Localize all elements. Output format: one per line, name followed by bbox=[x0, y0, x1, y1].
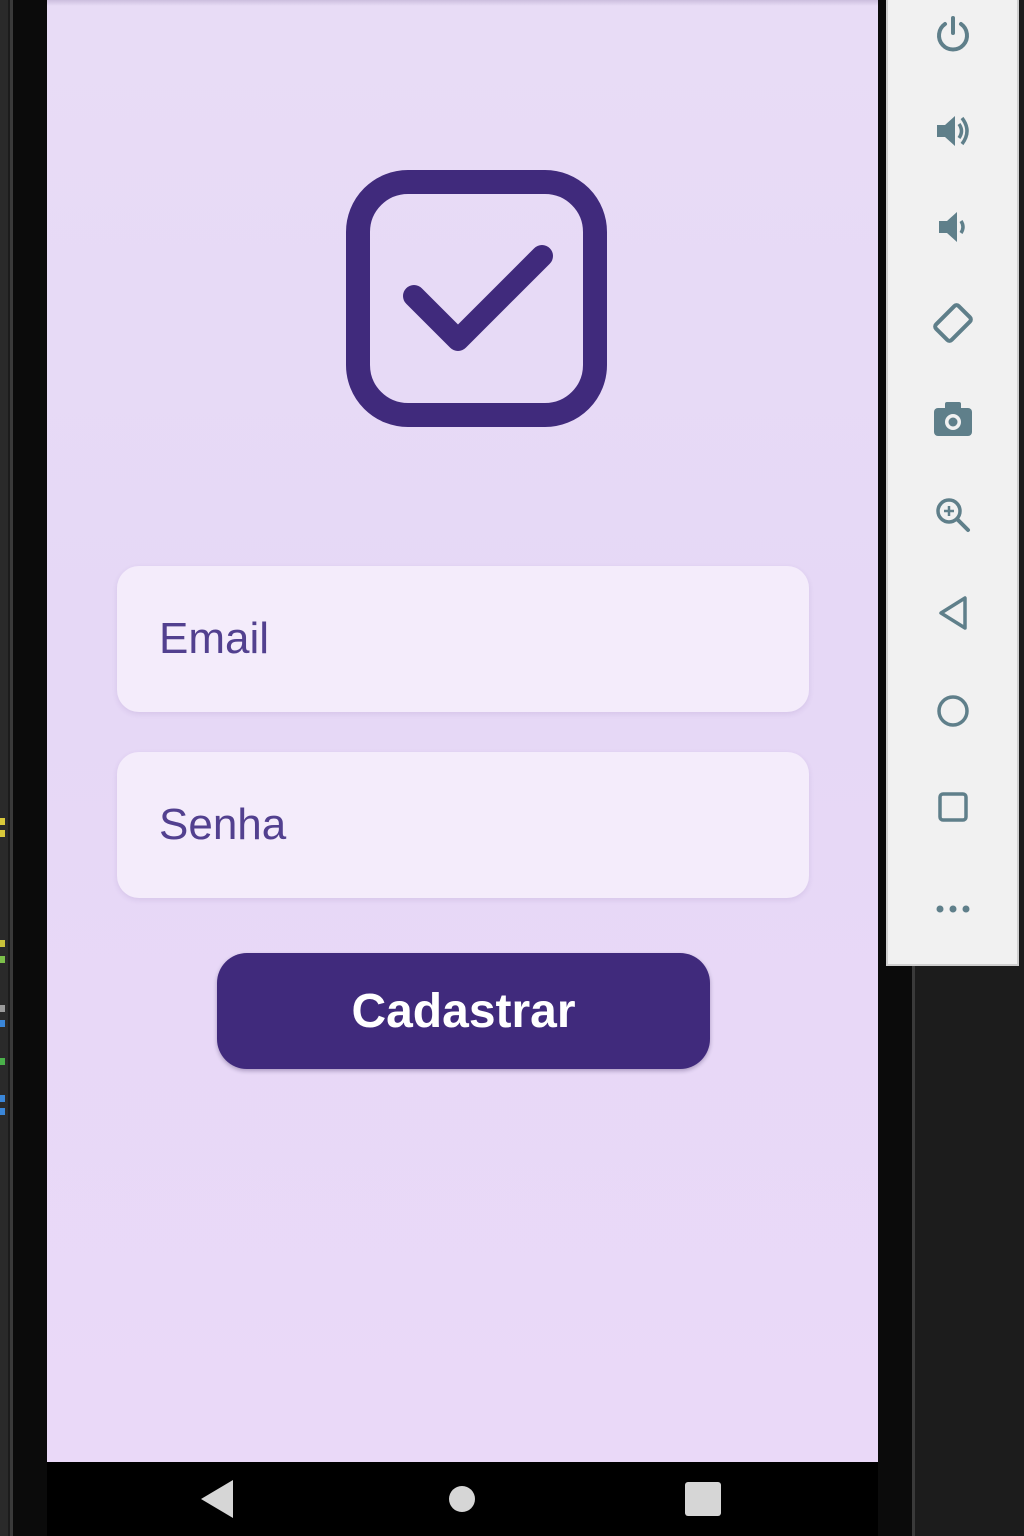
email-placeholder: Email bbox=[159, 614, 270, 663]
register-button[interactable]: Cadastrar bbox=[217, 953, 710, 1069]
volume-up-icon[interactable] bbox=[928, 106, 978, 156]
home-icon[interactable] bbox=[928, 686, 978, 736]
ide-left-edge bbox=[0, 0, 8, 1536]
rotate-icon[interactable] bbox=[928, 298, 978, 348]
password-field[interactable]: Senha bbox=[117, 752, 809, 898]
camera-icon[interactable] bbox=[928, 393, 978, 443]
emulator-toolbar bbox=[886, 0, 1019, 966]
password-placeholder: Senha bbox=[159, 800, 287, 849]
recents-icon[interactable] bbox=[683, 1478, 723, 1520]
volume-down-icon[interactable] bbox=[928, 202, 978, 252]
emulator-window: Email Senha Cadastrar bbox=[0, 0, 1024, 1536]
power-icon[interactable] bbox=[928, 8, 978, 58]
back-icon[interactable] bbox=[928, 588, 978, 638]
android-nav-bar bbox=[47, 1462, 878, 1536]
email-field[interactable]: Email bbox=[117, 566, 809, 712]
home-icon[interactable] bbox=[447, 1478, 477, 1520]
status-bar-shadow bbox=[47, 0, 878, 6]
more-icon[interactable] bbox=[928, 880, 978, 930]
zoom-icon[interactable] bbox=[928, 490, 978, 540]
register-button-label: Cadastrar bbox=[351, 984, 576, 1038]
overview-icon[interactable] bbox=[928, 782, 978, 832]
checkbox-checked-icon bbox=[346, 170, 607, 427]
back-icon[interactable] bbox=[197, 1478, 237, 1520]
app-screen: Email Senha Cadastrar bbox=[47, 0, 878, 1462]
